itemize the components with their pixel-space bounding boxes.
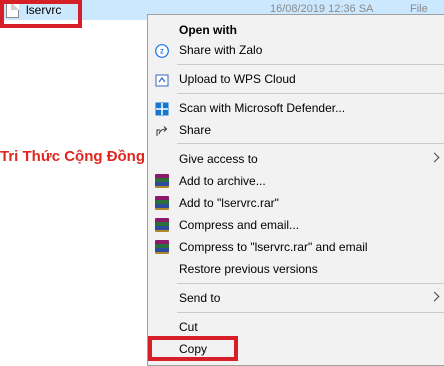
menu-compress-email[interactable]: Compress and email... [148, 214, 444, 236]
winrar-icon [155, 174, 169, 188]
chevron-right-icon [429, 291, 440, 302]
menu-separator [177, 312, 444, 313]
menu-compress-rar-email[interactable]: Compress to "lservrc.rar" and email [148, 236, 444, 258]
menu-label: Scan with Microsoft Defender... [179, 101, 346, 115]
copy-highlight-box [148, 336, 238, 361]
menu-separator [177, 283, 444, 284]
menu-add-to-archive[interactable]: Add to archive... [148, 170, 444, 192]
zalo-icon: Z [155, 43, 169, 58]
chevron-right-icon [429, 152, 440, 163]
defender-icon [155, 101, 169, 116]
menu-share-with-zalo[interactable]: Z Share with Zalo [148, 39, 444, 61]
menu-send-to[interactable]: Send to [148, 287, 444, 309]
winrar-icon [155, 196, 169, 210]
menu-share[interactable]: Share [148, 119, 444, 141]
watermark-text: Tri Thức Cộng Đồng [0, 148, 146, 165]
menu-open-with[interactable]: Open with [148, 19, 444, 41]
context-menu: Open with Z Share with Zalo Upload to WP… [147, 14, 444, 366]
menu-give-access[interactable]: Give access to [148, 148, 444, 170]
file-highlight-box [0, 0, 82, 28]
menu-upload-wps[interactable]: Upload to WPS Cloud [148, 68, 444, 90]
menu-label: Add to "lservrc.rar" [179, 196, 279, 210]
menu-separator [177, 93, 444, 94]
menu-label: Cut [179, 320, 198, 334]
menu-label: Send to [179, 291, 221, 305]
menu-add-to-rar[interactable]: Add to "lservrc.rar" [148, 192, 444, 214]
menu-separator [177, 143, 444, 144]
wps-cloud-icon [155, 72, 169, 87]
menu-label: Share [179, 123, 212, 137]
share-icon [155, 123, 169, 137]
menu-label: Compress and email... [179, 218, 300, 232]
menu-label: Open with [179, 23, 237, 37]
menu-label: Compress to "lservrc.rar" and email [179, 240, 368, 254]
menu-scan-defender[interactable]: Scan with Microsoft Defender... [148, 97, 444, 119]
menu-restore-versions[interactable]: Restore previous versions [148, 258, 444, 280]
menu-cut[interactable]: Cut [148, 316, 444, 338]
menu-label: Upload to WPS Cloud [179, 72, 296, 86]
winrar-icon [155, 218, 169, 232]
svg-text:Z: Z [160, 50, 164, 56]
menu-label: Restore previous versions [179, 262, 318, 276]
menu-label: Share with Zalo [179, 43, 263, 57]
winrar-icon [155, 240, 169, 254]
menu-label: Give access to [179, 152, 258, 166]
menu-label: Add to archive... [179, 174, 266, 188]
menu-separator [177, 64, 444, 65]
